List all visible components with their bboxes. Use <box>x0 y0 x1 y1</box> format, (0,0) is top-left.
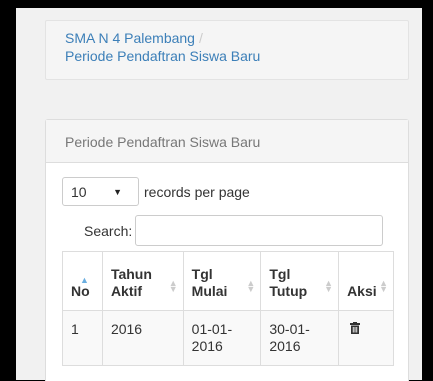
cell-text: 01-01- <box>191 321 233 337</box>
records-per-page-select[interactable]: 10 ▼ <box>62 177 139 206</box>
cell-text: 30-01- <box>269 321 310 337</box>
breadcrumb-item-school[interactable]: SMA N 4 Palembang <box>65 30 195 46</box>
column-label: Tutup <box>269 283 308 299</box>
cell-text: 2016 <box>269 338 301 354</box>
periode-table: ▲ No Tahun Aktif ▲ ▼ Tgl Mulai ▲ ▼ Tgl Tut… <box>62 251 394 366</box>
column-label: Tgl <box>191 266 213 282</box>
trash-icon[interactable] <box>350 321 361 338</box>
column-label: Mulai <box>191 283 228 299</box>
search-control: Search: <box>84 215 384 246</box>
cell-aksi <box>338 310 394 366</box>
sort-icon: ▲ ▼ <box>324 278 334 294</box>
panel-title: Periode Pendaftran Siswa Baru <box>46 120 408 163</box>
chevron-down-icon: ▼ <box>113 186 122 197</box>
cell-tgl-tutup: 30-01- 2016 <box>260 310 340 366</box>
periode-panel: Periode Pendaftran Siswa Baru 10 ▼ recor… <box>45 119 409 381</box>
records-per-page-label: records per page <box>144 183 250 200</box>
breadcrumb-separator: / <box>198 30 203 46</box>
column-label: Aktif <box>110 283 143 299</box>
search-label: Search: <box>84 222 133 239</box>
length-control: 10 ▼ records per page <box>62 177 250 206</box>
sort-icon: ▲ ▼ <box>379 278 388 294</box>
column-header-tahun-aktif[interactable]: Tahun Aktif ▲ ▼ <box>101 251 184 311</box>
column-header-tgl-tutup[interactable]: Tgl Tutup ▲ ▼ <box>260 251 340 311</box>
scrollbar[interactable] <box>422 8 433 381</box>
column-label: Tgl <box>269 266 291 282</box>
cell-tahun-aktif: 2016 <box>101 310 184 366</box>
table-header-row: ▲ No Tahun Aktif ▲ ▼ Tgl Mulai ▲ ▼ Tgl Tut… <box>62 251 394 311</box>
cell-tgl-mulai: 01-01- 2016 <box>182 310 262 366</box>
records-per-page-value: 10 <box>71 183 87 200</box>
table-row: 1 2016 01-01- 2016 30-01- 2016 <box>62 310 394 366</box>
column-header-aksi[interactable]: Aksi ▲ ▼ <box>338 251 394 311</box>
sort-asc-icon: ▲ <box>80 275 89 285</box>
sort-icon: ▲ ▼ <box>168 278 178 294</box>
column-header-tgl-mulai[interactable]: Tgl Mulai ▲ ▼ <box>182 251 262 311</box>
cell-no: 1 <box>62 310 103 366</box>
column-header-no[interactable]: ▲ No <box>62 251 103 311</box>
breadcrumb: SMA N 4 Palembang / Periode Pendaftran Si… <box>45 20 409 80</box>
column-label: Tahun <box>110 266 152 282</box>
search-input[interactable] <box>135 215 384 246</box>
sort-icon: ▲ ▼ <box>246 278 256 294</box>
cell-text: 2016 <box>191 338 223 354</box>
breadcrumb-item-periode[interactable]: Periode Pendaftran Siswa Baru <box>65 48 260 64</box>
column-label: Aksi <box>347 283 377 299</box>
